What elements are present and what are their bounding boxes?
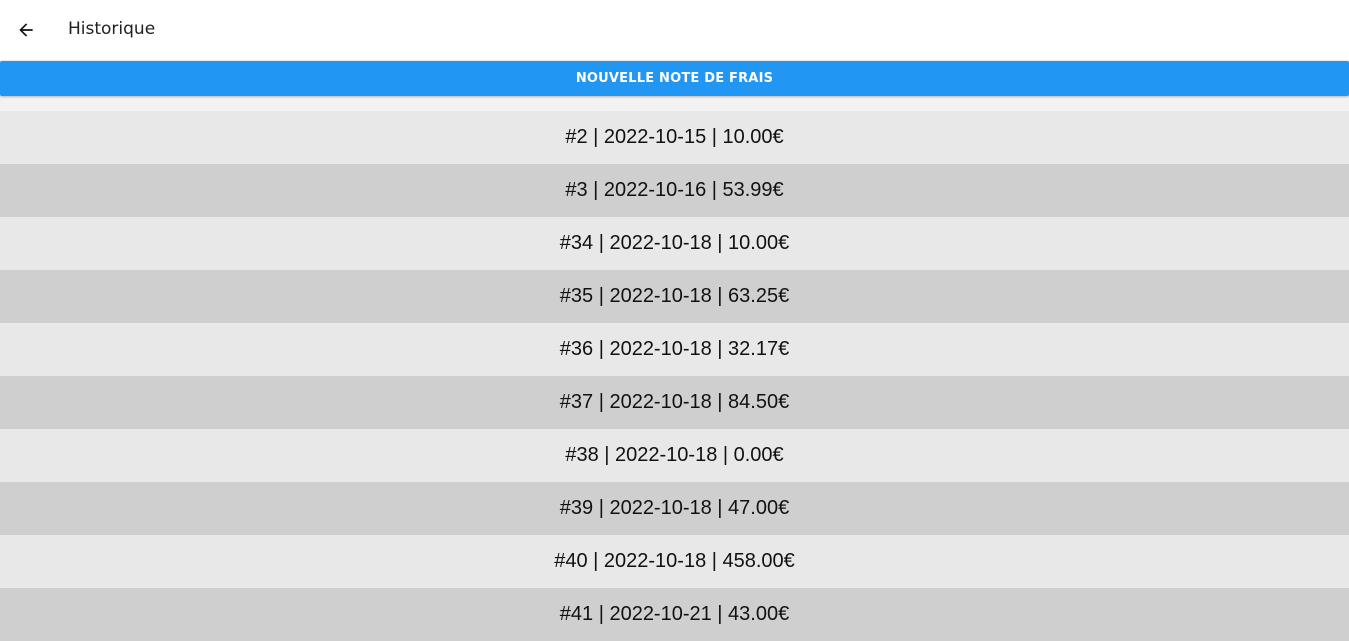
history-item[interactable]: #35 | 2022-10-18 | 63.25€ bbox=[0, 270, 1349, 323]
back-button[interactable] bbox=[10, 14, 42, 46]
history-list: #2 | 2022-10-15 | 10.00€ #3 | 2022-10-16… bbox=[0, 111, 1349, 641]
history-item[interactable]: #3 | 2022-10-16 | 53.99€ bbox=[0, 164, 1349, 217]
history-item[interactable]: #34 | 2022-10-18 | 10.00€ bbox=[0, 217, 1349, 270]
history-item[interactable]: #38 | 2022-10-18 | 0.00€ bbox=[0, 429, 1349, 482]
page-title: Historique bbox=[68, 19, 156, 39]
app-bar: Historique bbox=[0, 0, 1349, 60]
arrow-left-icon bbox=[19, 23, 33, 37]
history-item[interactable]: #37 | 2022-10-18 | 84.50€ bbox=[0, 376, 1349, 429]
history-item[interactable]: #40 | 2022-10-18 | 458.00€ bbox=[0, 535, 1349, 588]
history-item[interactable]: #2 | 2022-10-15 | 10.00€ bbox=[0, 111, 1349, 164]
new-expense-report-button[interactable]: NOUVELLE NOTE DE FRAIS bbox=[0, 61, 1349, 96]
history-item[interactable]: #36 | 2022-10-18 | 32.17€ bbox=[0, 323, 1349, 376]
history-item[interactable]: #39 | 2022-10-18 | 47.00€ bbox=[0, 482, 1349, 535]
history-item[interactable]: #41 | 2022-10-21 | 43.00€ bbox=[0, 588, 1349, 641]
